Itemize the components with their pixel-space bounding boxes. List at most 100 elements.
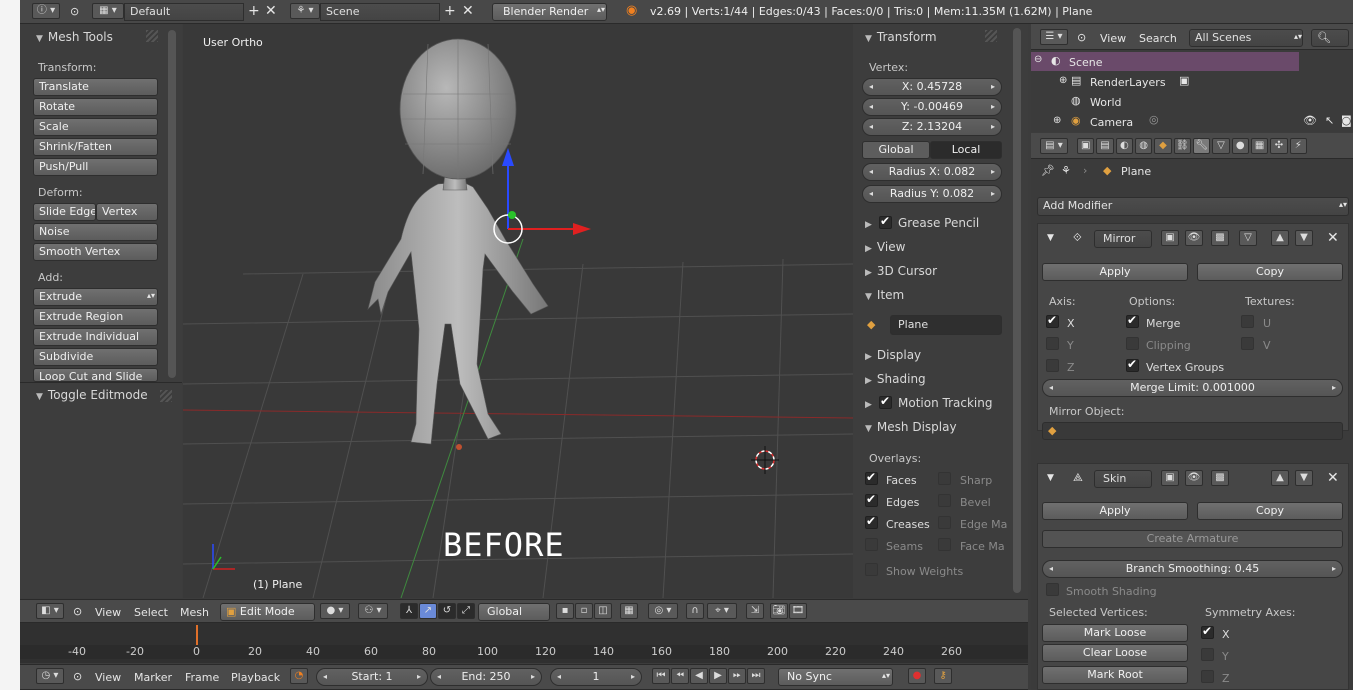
start-frame-field[interactable]: ◂ Start: 1 ▸ <box>316 668 428 686</box>
snap-element-icon[interactable]: ⌖ ▾ <box>707 603 737 619</box>
prev-keyframe-icon[interactable]: ⏪︎ <box>671 668 689 684</box>
keying-icon[interactable]: ⚷ <box>934 668 952 684</box>
radius-x-field[interactable]: ◂ Radius X: 0.082 ▸ <box>862 163 1002 181</box>
scene-icon[interactable]: ⚘ ▾ <box>290 3 320 19</box>
mark-loose-button[interactable]: Mark Loose <box>1042 624 1188 642</box>
snap-magnet-icon[interactable]: ∩ <box>686 603 704 619</box>
physics-tab-icon[interactable]: ⚡ <box>1289 138 1307 154</box>
manipulator-toggle-icon[interactable]: ⅄ <box>400 603 418 619</box>
face-ma-checkbox[interactable] <box>938 538 951 551</box>
select-arrow-icon[interactable]: ↖ <box>1325 114 1334 127</box>
scale-manip-icon[interactable]: ⤢ <box>457 603 475 619</box>
select-menu[interactable]: Select <box>134 606 168 619</box>
view3d-collapse-icon[interactable]: ⊙ <box>73 605 82 618</box>
translate-manip-icon[interactable]: ↗ <box>419 603 437 619</box>
mode-select[interactable]: ▣ Edit Mode <box>220 603 315 621</box>
push-pull-button[interactable]: Push/Pull <box>33 158 158 176</box>
mirror-down-icon[interactable]: ▼ <box>1295 230 1313 246</box>
texture-v-checkbox[interactable] <box>1241 337 1254 350</box>
view-panel-header[interactable]: ▶ View <box>865 240 905 254</box>
merge-limit-field[interactable]: ◂ Merge Limit: 0.001000 ▸ <box>1042 379 1343 397</box>
motion-header[interactable]: ▶ <box>865 396 877 410</box>
layout-field[interactable]: Default <box>124 3 244 21</box>
clear-loose-button[interactable]: Clear Loose <box>1042 644 1188 662</box>
faces-checkbox[interactable] <box>865 470 878 485</box>
mesh-menu[interactable]: Mesh <box>180 606 209 619</box>
orientation-select[interactable]: Global <box>478 603 550 621</box>
clipping-checkbox[interactable] <box>1126 337 1139 350</box>
jump-start-icon[interactable]: ⏮︎ <box>652 668 670 684</box>
noise-button[interactable]: Noise <box>33 223 158 241</box>
slide-edge-button[interactable]: Slide Edge <box>33 203 96 221</box>
play-reverse-icon[interactable]: ◀ <box>690 668 708 684</box>
add-scene-icon[interactable]: + <box>444 3 456 19</box>
add-modifier-select[interactable]: Add Modifier <box>1037 197 1349 216</box>
vertex-groups-checkbox[interactable] <box>1126 357 1139 372</box>
scene-expand-icon[interactable]: ⊖ <box>1034 54 1042 65</box>
shading-select-icon[interactable]: ● ▾ <box>320 603 350 619</box>
pin-icon[interactable]: 📌︎ <box>1041 164 1055 177</box>
mark-root-button[interactable]: Mark Root <box>1042 666 1188 684</box>
timeline-playback-menu[interactable]: Playback <box>231 671 280 684</box>
symmetry-z-checkbox[interactable] <box>1201 670 1214 683</box>
translate-button[interactable]: Translate <box>33 78 158 96</box>
rotate-button[interactable]: Rotate <box>33 98 158 116</box>
grease-pencil-checkbox[interactable] <box>879 214 892 229</box>
timeline-marker-menu[interactable]: Marker <box>134 671 172 684</box>
info-editor-icon[interactable]: ⓘ ▾ <box>32 3 60 19</box>
object-tab-icon[interactable]: ◆ <box>1154 138 1172 154</box>
particles-tab-icon[interactable]: ✣ <box>1270 138 1288 154</box>
material-tab-icon[interactable]: ● <box>1231 138 1249 154</box>
vertex-select-icon[interactable]: ▪ <box>556 603 574 619</box>
layers-tab-icon[interactable]: ▤ <box>1096 138 1114 154</box>
menu-collapse-icon[interactable]: ⊙ <box>70 5 79 18</box>
mirror-up-icon[interactable]: ▲ <box>1271 230 1289 246</box>
outliner-renderlayers-label[interactable]: RenderLayers <box>1090 76 1166 89</box>
next-keyframe-icon[interactable]: ⏩︎ <box>728 668 746 684</box>
end-frame-field[interactable]: ◂ End: 250 ▸ <box>430 668 542 686</box>
toggle-grip-icon[interactable] <box>160 390 172 402</box>
vertex-z-field[interactable]: ◂ Z: 2.13204 ▸ <box>862 118 1002 136</box>
mirror-editmode-icon[interactable]: ▩ <box>1211 230 1229 246</box>
extrude-individual-button[interactable]: Extrude Individual <box>33 328 158 346</box>
item-name-field[interactable]: Plane <box>890 315 1002 335</box>
skin-viewport-icon[interactable]: 👁︎ <box>1185 470 1203 486</box>
mesh-display-header[interactable]: ▼ Mesh Display <box>865 420 957 434</box>
rotate-manip-icon[interactable]: ↺ <box>438 603 456 619</box>
mirror-render-icon[interactable]: ▣ <box>1161 230 1179 246</box>
show-weights-checkbox[interactable] <box>865 563 878 576</box>
texture-u-checkbox[interactable] <box>1241 315 1254 328</box>
skin-remove-icon[interactable]: ✕ <box>1327 470 1339 486</box>
remove-layout-icon[interactable]: ✕ <box>265 3 277 19</box>
creases-checkbox[interactable] <box>865 514 878 529</box>
outliner-display-select[interactable]: All Scenes <box>1189 29 1303 47</box>
skin-name-field[interactable]: Skin <box>1094 470 1152 488</box>
outliner-collapse-icon[interactable]: ⊙ <box>1077 31 1086 44</box>
timeline-collapse-icon[interactable]: ⊙ <box>73 670 82 683</box>
extrude-button[interactable]: Extrude <box>33 288 158 306</box>
cursor-panel-header[interactable]: ▶ 3D Cursor <box>865 264 937 278</box>
display-panel-header[interactable]: ▶ Display <box>865 348 921 362</box>
viewport-3d[interactable]: User Ortho (1) Plane BEFORE <box>183 24 853 598</box>
record-icon[interactable]: ● <box>908 668 926 684</box>
skin-render-icon[interactable]: ▣ <box>1161 470 1179 486</box>
mirror-remove-icon[interactable]: ✕ <box>1327 230 1339 246</box>
global-toggle[interactable]: Global <box>862 141 930 159</box>
skin-up-icon[interactable]: ▲ <box>1271 470 1289 486</box>
edge-ma-checkbox[interactable] <box>938 516 951 529</box>
mirror-apply-button[interactable]: Apply <box>1042 263 1188 281</box>
occlude-icon[interactable]: ▦ <box>620 603 638 619</box>
extrude-region-button[interactable]: Extrude Region <box>33 308 158 326</box>
radius-y-field[interactable]: ◂ Radius Y: 0.082 ▸ <box>862 185 1002 203</box>
visibility-eye-icon[interactable]: 👁︎ <box>1303 114 1317 127</box>
play-icon[interactable]: ▶ <box>709 668 727 684</box>
mirror-x-checkbox[interactable] <box>1046 313 1059 328</box>
timeline-frame-menu[interactable]: Frame <box>185 671 219 684</box>
mirror-name-field[interactable]: Mirror <box>1094 230 1152 248</box>
properties-region-scrollbar[interactable] <box>1013 28 1021 593</box>
timeline-editor-icon[interactable]: ◷ ▾ <box>36 668 64 684</box>
face-select-icon[interactable]: ◫ <box>594 603 612 619</box>
camera-expand-icon[interactable]: ⊕ <box>1053 115 1061 126</box>
skin-down-icon[interactable]: ▼ <box>1295 470 1313 486</box>
renderlayers-expand-icon[interactable]: ⊕ <box>1059 75 1067 86</box>
